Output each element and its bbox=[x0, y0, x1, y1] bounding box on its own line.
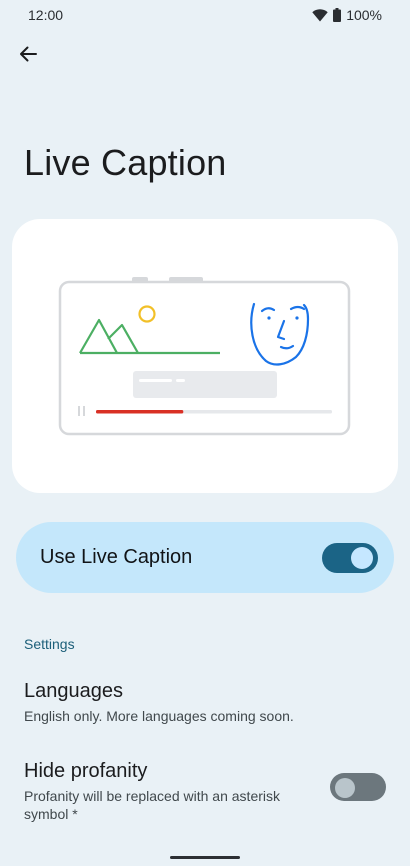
settings-section-header: Settings bbox=[24, 636, 75, 652]
switch-thumb bbox=[335, 777, 355, 798]
switch-thumb bbox=[351, 546, 373, 569]
live-caption-illustration bbox=[58, 277, 351, 436]
gesture-nav-handle[interactable] bbox=[170, 856, 240, 859]
back-button[interactable] bbox=[12, 40, 44, 72]
languages-item[interactable]: Languages English only. More languages c… bbox=[0, 680, 410, 725]
page-title: Live Caption bbox=[24, 142, 227, 183]
live-caption-screen: 12:00 100% Live Caption Use Live Caption… bbox=[0, 0, 410, 866]
hide-profanity-summary: Profanity will be replaced with an aster… bbox=[24, 788, 281, 822]
status-time: 12:00 bbox=[28, 7, 64, 23]
hide-profanity-item[interactable]: Hide profanity Profanity will be replace… bbox=[0, 760, 410, 823]
battery-icon bbox=[333, 8, 342, 22]
battery-percent: 100% bbox=[346, 7, 382, 23]
hide-profanity-title: Hide profanity bbox=[24, 760, 148, 782]
languages-summary: English only. More languages coming soon… bbox=[24, 708, 294, 724]
illustration-card bbox=[12, 219, 398, 493]
arrow-back-icon bbox=[19, 46, 37, 67]
languages-title: Languages bbox=[24, 680, 123, 702]
wifi-icon bbox=[312, 8, 328, 22]
status-icons: 100% bbox=[312, 7, 382, 23]
status-bar: 12:00 100% bbox=[0, 0, 410, 30]
use-live-caption-label: Use Live Caption bbox=[40, 546, 193, 568]
use-live-caption-switch[interactable] bbox=[322, 542, 378, 573]
use-live-caption-toggle-row[interactable]: Use Live Caption bbox=[16, 522, 394, 593]
hide-profanity-switch[interactable] bbox=[330, 772, 386, 801]
progress-fill bbox=[96, 410, 184, 414]
